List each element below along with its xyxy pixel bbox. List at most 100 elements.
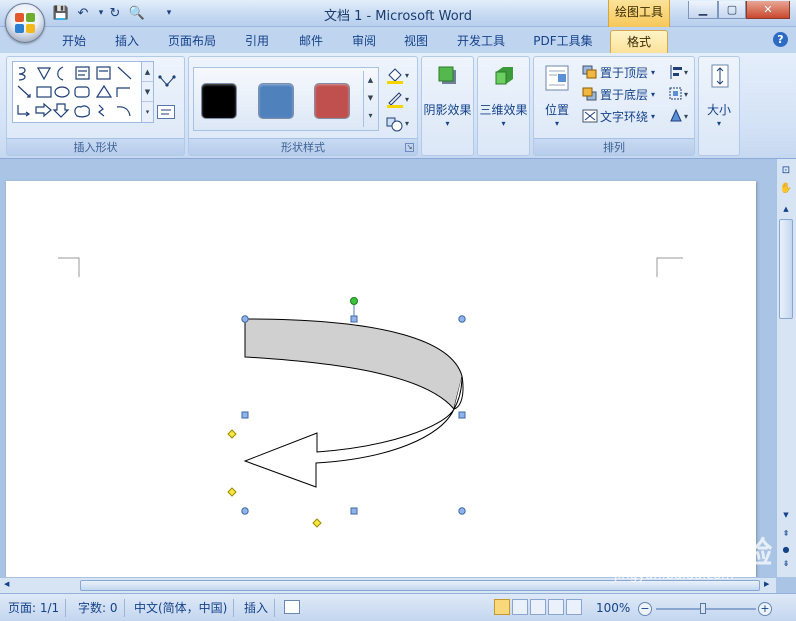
- group-size[interactable]: 大小 ▾: [698, 56, 740, 156]
- handle-bottom-right[interactable]: [458, 507, 466, 515]
- tab-review[interactable]: 审阅: [342, 30, 386, 53]
- bring-to-front-button[interactable]: 置于顶层 ▾: [582, 62, 655, 82]
- status-words[interactable]: 字数: 0: [78, 599, 125, 617]
- gallery-more-icon[interactable]: ▾: [142, 102, 153, 122]
- next-page-icon[interactable]: ⇟: [780, 559, 792, 569]
- tab-insert[interactable]: 插入: [104, 30, 150, 53]
- text-box-icon[interactable]: [157, 105, 175, 119]
- tab-mailings[interactable]: 邮件: [288, 30, 334, 53]
- position-label: 位置: [544, 103, 569, 117]
- vertical-scrollbar[interactable]: ⊡ ✋ ▲ ▼ ⇞ ● ⇟: [776, 159, 796, 577]
- shapes-gallery-scroll[interactable]: ▲ ▼ ▾: [141, 61, 154, 123]
- shape-outline-icon[interactable]: ▾: [385, 91, 415, 109]
- bring-to-front-icon: [582, 65, 597, 79]
- drawing-tools-context-label: 绘图工具: [608, 0, 670, 27]
- group-objects-icon[interactable]: ▾: [668, 85, 692, 103]
- horizontal-scrollbar[interactable]: ◀ ▶: [0, 577, 776, 593]
- zoom-in-icon[interactable]: +: [758, 602, 772, 616]
- scroll-left-icon[interactable]: ◀: [4, 580, 14, 591]
- maximize-button[interactable]: ▢: [718, 1, 746, 19]
- handle-top[interactable]: [350, 315, 358, 323]
- curved-arrow-shape[interactable]: [243, 318, 464, 488]
- status-language[interactable]: 中文(简体，中国): [134, 599, 235, 617]
- group-insert-shapes: ▲ ▼ ▾ 插入形状: [6, 56, 185, 156]
- handle-right[interactable]: [458, 411, 466, 419]
- zoom-level[interactable]: 100%: [596, 599, 630, 617]
- select-browse-object-icon[interactable]: ●: [780, 545, 792, 555]
- gallery-down-icon[interactable]: ▼: [142, 82, 153, 102]
- adjust-handle-2[interactable]: [227, 487, 237, 497]
- position-icon: [545, 65, 569, 91]
- tab-page-layout[interactable]: 页面布局: [160, 30, 224, 53]
- svg-text:▾: ▾: [684, 112, 688, 121]
- document-page[interactable]: [6, 181, 756, 577]
- print-layout-view-icon[interactable]: [494, 599, 510, 615]
- style-swatch-blue[interactable]: [258, 83, 294, 119]
- status-page[interactable]: 页面: 1/1: [8, 599, 67, 617]
- ribbon-tabs: 开始 插入 页面布局 引用 邮件 审阅 视图 开发工具 PDF工具集 格式: [0, 27, 796, 53]
- tab-home[interactable]: 开始: [52, 30, 96, 53]
- help-icon[interactable]: ?: [773, 32, 788, 47]
- status-insert-mode[interactable]: 插入: [244, 599, 276, 617]
- gallery-up-icon[interactable]: ▲: [142, 62, 153, 82]
- styles-up-icon[interactable]: ▲: [364, 71, 377, 89]
- minimize-button[interactable]: ▁: [688, 1, 718, 19]
- zoom-slider[interactable]: [656, 608, 756, 610]
- styles-more-icon[interactable]: ▾: [364, 107, 377, 125]
- page-canvas: [58, 257, 683, 528]
- handle-bottom-left[interactable]: [241, 507, 249, 515]
- group-shadow-effects[interactable]: 阴影效果 ▾: [421, 56, 474, 156]
- web-layout-icon[interactable]: [530, 599, 546, 615]
- handle-bottom[interactable]: [350, 507, 358, 515]
- zoom-out-icon[interactable]: −: [638, 602, 652, 616]
- adjust-handle-1[interactable]: [227, 429, 237, 439]
- scroll-up-icon[interactable]: ▲: [780, 205, 792, 215]
- change-shape-icon[interactable]: ▾: [385, 115, 415, 133]
- 3d-effects-icon: [495, 67, 513, 85]
- handle-top-right[interactable]: [458, 315, 466, 323]
- horizontal-scroll-thumb[interactable]: [80, 580, 760, 591]
- style-swatch-red[interactable]: [314, 83, 350, 119]
- rotate-handle[interactable]: [350, 297, 358, 305]
- align-icon[interactable]: ▾: [668, 63, 692, 81]
- styles-down-icon[interactable]: ▼: [364, 89, 377, 107]
- tab-developer[interactable]: 开发工具: [448, 30, 514, 53]
- status-bar: 页面: 1/1 字数: 0 中文(简体，中国) 插入 100% − +: [0, 593, 796, 621]
- pan-icon[interactable]: ✋: [779, 183, 793, 197]
- size-icon: [711, 64, 729, 88]
- ruler-toggle-icon[interactable]: ⊡: [779, 165, 793, 179]
- arrow-ribbon-top: [244, 318, 463, 411]
- tab-references[interactable]: 引用: [234, 30, 280, 53]
- prev-page-icon[interactable]: ⇞: [780, 529, 792, 539]
- tab-view[interactable]: 视图: [394, 30, 438, 53]
- handle-top-left[interactable]: [241, 315, 249, 323]
- full-screen-reading-icon[interactable]: [512, 599, 528, 615]
- shape-fill-icon[interactable]: ▾: [385, 67, 415, 85]
- office-button[interactable]: [5, 3, 45, 43]
- handle-left[interactable]: [241, 411, 249, 419]
- zoom-slider-thumb[interactable]: [700, 603, 706, 614]
- send-to-back-button[interactable]: 置于底层 ▾: [582, 84, 655, 104]
- tab-format[interactable]: 格式: [610, 30, 668, 53]
- group-label-arrange: 排列: [534, 138, 694, 155]
- vertical-scroll-thumb[interactable]: [779, 219, 793, 319]
- close-button[interactable]: ✕: [746, 1, 790, 19]
- style-swatch-black[interactable]: [201, 83, 237, 119]
- scroll-down-icon[interactable]: ▼: [780, 511, 792, 521]
- draft-view-icon[interactable]: [566, 599, 582, 615]
- rotate-icon[interactable]: ▾: [668, 107, 692, 125]
- adjust-handle-3[interactable]: [312, 518, 322, 528]
- styles-gallery-scroll[interactable]: ▲ ▼ ▾: [363, 71, 377, 127]
- tab-pdf-tools[interactable]: PDF工具集: [524, 30, 602, 53]
- scroll-right-icon[interactable]: ▶: [764, 580, 774, 591]
- text-wrap-button[interactable]: 文字环绕 ▾: [582, 106, 655, 126]
- outline-view-icon[interactable]: [548, 599, 564, 615]
- edit-points-icon[interactable]: [157, 73, 177, 89]
- group-arrange: 位置 ▾ 置于顶层 ▾ 置于底层 ▾ 文字环绕 ▾ ▾ ▾ ▾ 排列: [533, 56, 695, 156]
- macro-record-icon[interactable]: [284, 600, 300, 614]
- shapes-gallery[interactable]: [12, 61, 142, 123]
- shape-styles-launcher-icon[interactable]: ↘: [405, 143, 414, 152]
- group-3d-effects[interactable]: 三维效果 ▾: [477, 56, 530, 156]
- shadow-effects-icon: [438, 66, 456, 84]
- position-button[interactable]: 位置 ▾: [540, 61, 574, 131]
